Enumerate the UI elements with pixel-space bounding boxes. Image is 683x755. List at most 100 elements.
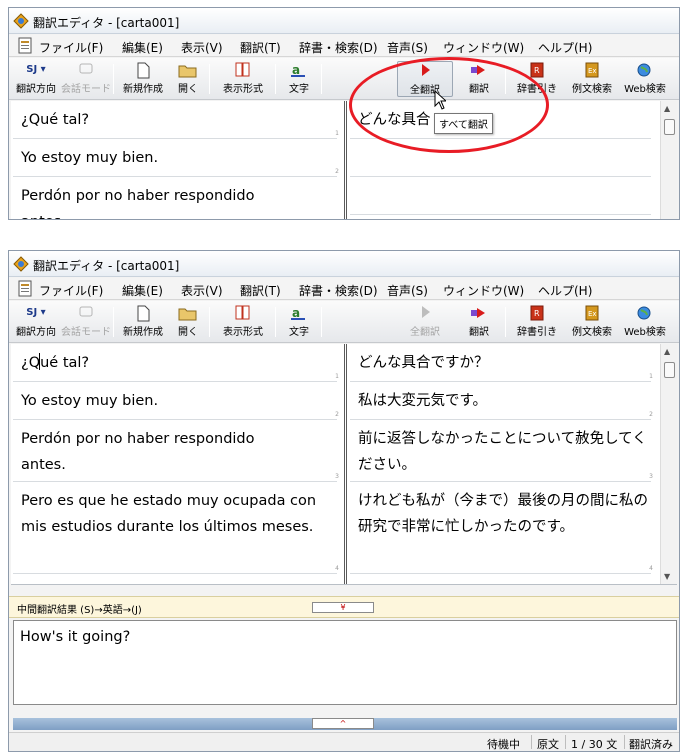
display-format-button[interactable]: 表示形式 [215, 304, 271, 340]
status-divider [565, 735, 566, 749]
conversation-mode-button[interactable]: 会話モード [61, 61, 111, 97]
toolbar-separator [505, 307, 506, 337]
menu-speech[interactable]: 音声(S) [387, 39, 428, 56]
conversation-mode-button[interactable]: 会話モード [61, 304, 111, 340]
menu-translate[interactable]: 翻訳(T) [240, 282, 281, 299]
status-bar: 待機中 原文 1 / 30 文 翻訳済み [9, 732, 679, 751]
layout-columns-icon [235, 62, 250, 77]
translation-grid: ¿Qué tal? 1 Yo estoy muy bien. 2 Perdón po… [11, 344, 677, 585]
menu-window[interactable]: ウィンドウ(W) [443, 282, 524, 299]
toolbar-separator [113, 64, 114, 94]
toolbar-separator [275, 64, 276, 94]
translate-button[interactable]: 翻訳 [459, 304, 499, 340]
document-icon[interactable] [17, 37, 33, 54]
scroll-down-icon[interactable]: ▼ [664, 572, 670, 581]
target-segment[interactable]: どんな具合ですか？ 1 [350, 344, 653, 382]
toolbar-separator [209, 307, 210, 337]
toolbar-separator [209, 64, 210, 94]
status-state: 待機中 [487, 738, 520, 751]
example-search-button[interactable]: Ex 例文検索 [567, 304, 617, 340]
column-divider[interactable] [344, 101, 347, 219]
menu-edit[interactable]: 編集(E) [122, 39, 163, 56]
toolbar: SJ ▾ 翻訳方向 会話モード 新規作成 開く 表示形式 a 文字 全翻訳 翻訳… [9, 58, 679, 100]
menu-view[interactable]: 表示(V) [181, 282, 223, 299]
intermediate-result-bar: 中間翻訳結果 (S)→英語→(J) ¥ [9, 596, 679, 618]
vertical-scrollbar[interactable]: ▲ ▼ [660, 344, 677, 584]
translate-all-button[interactable]: 全翻訳 [397, 304, 453, 340]
direction-badge: SJ ▾ [26, 64, 46, 75]
menu-speech[interactable]: 音声(S) [387, 282, 428, 299]
translation-direction-button[interactable]: SJ ▾ 翻訳方向 [13, 61, 59, 97]
menu-help[interactable]: ヘルプ(H) [538, 39, 592, 56]
dictionary-lookup-button[interactable]: R 辞書引き [509, 304, 565, 340]
translation-direction-button[interactable]: SJ ▾ 翻訳方向 [13, 304, 59, 340]
source-segment[interactable]: Yo estoy muy bien. 2 [13, 382, 339, 420]
folder-open-icon [178, 65, 197, 78]
play-triangle-icon [422, 306, 430, 318]
scroll-thumb[interactable] [664, 119, 675, 135]
web-search-button[interactable]: Web検索 [619, 61, 671, 97]
menu-view[interactable]: 表示(V) [181, 39, 223, 56]
new-document-button[interactable]: 新規作成 [117, 304, 169, 340]
new-document-button[interactable]: 新規作成 [117, 61, 169, 97]
open-button[interactable]: 開く [171, 61, 205, 97]
example-search-button[interactable]: Ex 例文検索 [567, 61, 617, 97]
open-button[interactable]: 開く [171, 304, 205, 340]
menu-file[interactable]: ファイル(F) [39, 282, 103, 299]
title-bar: 翻訳エディタ - [carta001] [9, 251, 679, 277]
column-divider[interactable] [344, 344, 347, 584]
intermediate-result-panel[interactable]: How's it going? [13, 620, 677, 705]
scroll-up-icon[interactable]: ▲ [664, 104, 670, 113]
vertical-scrollbar[interactable]: ▲ [660, 101, 677, 219]
font-button[interactable]: a 文字 [281, 61, 317, 97]
status-mode: 原文 [537, 738, 559, 751]
web-search-button[interactable]: Web検索 [619, 304, 671, 340]
app-icon [13, 256, 29, 272]
menu-help[interactable]: ヘルプ(H) [538, 282, 592, 299]
globe-icon [637, 306, 651, 320]
font-icon: a [291, 63, 305, 77]
speech-icon [79, 306, 93, 317]
display-format-button[interactable]: 表示形式 [215, 61, 271, 97]
speech-icon [79, 63, 93, 74]
source-segment[interactable]: Pero es que he estado muy ocupada con mi… [13, 482, 339, 574]
menu-dictionary[interactable]: 辞書・検索(D) [299, 39, 378, 56]
title-bar: 翻訳エディタ - [carta001] [9, 8, 679, 34]
dictionary-icon: R [530, 305, 544, 321]
document-icon[interactable] [17, 280, 33, 297]
source-segment[interactable]: ¿Qué tal? 1 [13, 101, 339, 139]
target-segment[interactable]: 私は大変元気です。 2 [350, 382, 653, 420]
scroll-thumb[interactable] [664, 362, 675, 378]
new-file-icon [137, 305, 150, 322]
expand-up-button[interactable]: ^ [312, 718, 374, 729]
status-translated: 翻訳済み [629, 738, 673, 751]
menu-translate[interactable]: 翻訳(T) [240, 39, 281, 56]
collapse-down-button[interactable]: ¥ [312, 602, 374, 613]
source-segment[interactable]: ¿Qué tal? 1 [13, 344, 339, 382]
toolbar-separator [275, 307, 276, 337]
scroll-up-icon[interactable]: ▲ [664, 347, 670, 356]
window-title: 翻訳エディタ - [carta001] [33, 16, 180, 30]
target-segment[interactable] [350, 177, 651, 215]
menu-dictionary[interactable]: 辞書・検索(D) [299, 282, 378, 299]
font-button[interactable]: a 文字 [281, 304, 317, 340]
menu-window[interactable]: ウィンドウ(W) [443, 39, 524, 56]
source-column: ¿Qué tal? 1 Yo estoy muy bien. 2 Perdón po… [13, 101, 343, 219]
svg-text:Ex: Ex [588, 67, 597, 75]
source-segment[interactable]: Perdón por no haber respondido antes. 3 [13, 420, 339, 482]
target-segment[interactable]: 前に返答しなかったことについて赦免してください。 3 [350, 420, 653, 482]
svg-text:Ex: Ex [588, 310, 597, 318]
direction-badge: SJ ▾ [26, 307, 46, 318]
translate-arrow-icon [471, 308, 485, 318]
status-sentence-count: 1 / 30 文 [571, 738, 618, 751]
source-segment[interactable]: Perdón por no haber respondido antes. [13, 177, 337, 219]
globe-icon [637, 63, 651, 77]
menu-file[interactable]: ファイル(F) [39, 39, 103, 56]
lower-splitter[interactable]: ^ [13, 718, 677, 730]
layout-columns-icon [235, 305, 250, 320]
target-segment[interactable]: けれども私が（今まで）最後の月の間に私の研究で非常に忙しかったのです。 4 [350, 482, 653, 574]
source-segment[interactable]: Yo estoy muy bien. 2 [13, 139, 339, 177]
menu-edit[interactable]: 編集(E) [122, 282, 163, 299]
intermediate-text: How's it going? [20, 629, 131, 645]
toolbar-separator [321, 307, 322, 337]
